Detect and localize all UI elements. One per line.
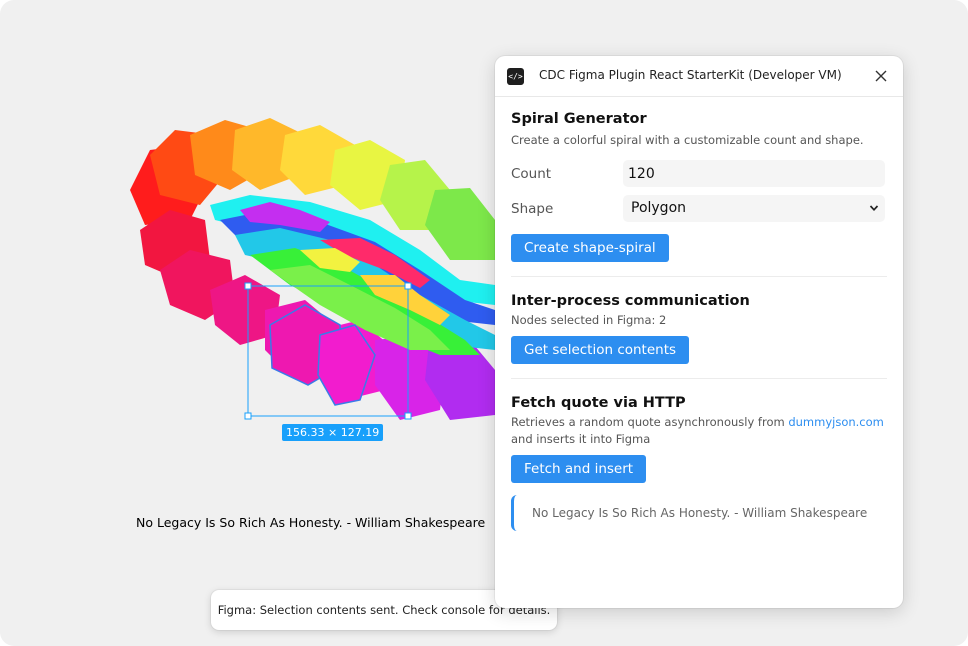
ipc-heading: Inter-process communication	[511, 293, 750, 309]
fetch-insert-button[interactable]: Fetch and insert	[511, 455, 647, 483]
plugin-title: CDC Figma Plugin React StarterKit (Devel…	[539, 68, 842, 82]
shape-select-value: Polygon	[631, 200, 687, 216]
plugin-titlebar[interactable]: </> CDC Figma Plugin React StarterKit (D…	[495, 56, 903, 97]
chevron-down-icon	[869, 205, 879, 212]
resize-handle[interactable]	[404, 412, 412, 420]
spiral-polygon[interactable]	[425, 188, 495, 260]
ipc-status: Nodes selected in Figma: 2	[511, 313, 667, 327]
fetch-desc-text-end: and inserts it into Figma	[511, 432, 651, 446]
plugin-content: Spiral Generator Create a colorful spira…	[495, 97, 903, 531]
get-selection-button[interactable]: Get selection contents	[511, 336, 690, 364]
count-label: Count	[511, 165, 552, 182]
fetch-desc-text: Retrieves a random quote asynchronously …	[511, 415, 789, 429]
spiral-description: Create a colorful spiral with a customiz…	[511, 133, 864, 147]
shape-spiral[interactable]	[120, 110, 495, 430]
create-spiral-button[interactable]: Create shape-spiral	[511, 234, 669, 262]
shape-label: Shape	[511, 200, 554, 217]
section-divider	[511, 276, 887, 277]
selection-dimensions-badge: 156.33 × 127.19	[282, 424, 384, 441]
section-divider	[511, 378, 887, 379]
spiral-heading: Spiral Generator	[511, 111, 647, 127]
canvas-quote-text[interactable]: No Legacy Is So Rich As Honesty. - Willi…	[136, 515, 485, 530]
shape-row: Shape Polygon	[511, 195, 887, 222]
count-row: Count	[511, 160, 887, 187]
plugin-window: </> CDC Figma Plugin React StarterKit (D…	[495, 56, 903, 608]
dummyjson-link[interactable]: dummyjson.com	[788, 415, 884, 429]
resize-handle[interactable]	[244, 412, 252, 420]
code-icon: </>	[507, 68, 524, 85]
fetch-description: Retrieves a random quote asynchronously …	[511, 414, 887, 448]
count-input[interactable]	[623, 160, 885, 187]
resize-handle[interactable]	[244, 282, 252, 290]
quote-display: No Legacy Is So Rich As Honesty. - Willi…	[511, 495, 887, 531]
shape-select[interactable]: Polygon	[623, 195, 885, 222]
close-icon[interactable]	[869, 64, 893, 88]
fetch-heading: Fetch quote via HTTP	[511, 395, 686, 411]
resize-handle[interactable]	[404, 282, 412, 290]
